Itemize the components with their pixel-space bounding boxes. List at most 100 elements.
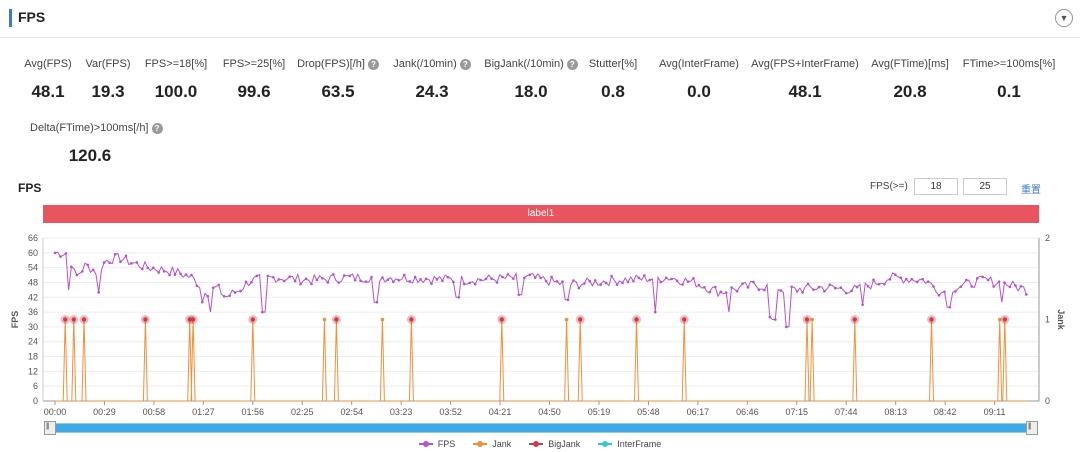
fps-point <box>190 273 193 277</box>
fps-point <box>462 282 466 286</box>
fps-point <box>419 278 422 281</box>
fps-point <box>266 274 270 278</box>
fps-point <box>670 277 673 281</box>
fps-point <box>217 283 221 287</box>
x-tick-label: 03:23 <box>390 407 413 417</box>
x-tick-label: 08:42 <box>934 407 957 417</box>
threshold-low-input[interactable] <box>914 178 958 195</box>
fps-point <box>119 260 122 264</box>
legend-item[interactable]: Jank <box>473 439 511 449</box>
fps-point <box>473 282 477 286</box>
accent-bar <box>9 9 12 27</box>
fps-point <box>883 282 886 286</box>
metric-label: Stutter[%] <box>589 58 637 70</box>
legend-swatch <box>598 441 613 447</box>
x-tick-label: 07:44 <box>835 407 858 417</box>
fps-point <box>790 285 793 289</box>
fps-point <box>992 285 995 288</box>
fps-point <box>937 293 941 297</box>
fps-point <box>621 281 624 285</box>
fps-point <box>784 325 788 329</box>
bigjank-point <box>578 317 583 322</box>
fps-point <box>752 280 755 284</box>
help-icon[interactable]: ? <box>459 58 471 70</box>
fps-point <box>375 300 379 304</box>
legend-item[interactable]: FPS <box>418 439 455 449</box>
y-tick-label: 48 <box>28 277 38 287</box>
fps-point <box>206 294 210 298</box>
metric-label-text: Avg(FPS+InterFrame) <box>751 58 859 70</box>
zoom-handle-right[interactable] <box>1026 421 1038 435</box>
metric-label-text: Avg(FTime)[ms] <box>871 58 949 70</box>
label-bar[interactable]: label1 <box>43 205 1039 223</box>
section-title: FPS <box>18 9 46 25</box>
fps-point <box>872 278 875 282</box>
legend-item[interactable]: BigJank <box>529 439 580 449</box>
fps-point <box>271 276 275 279</box>
fps-point <box>244 280 248 284</box>
y-tick-label: 6 <box>33 381 38 391</box>
legend-item[interactable]: InterFrame <box>598 439 661 449</box>
fps-point <box>168 273 171 277</box>
fps-point <box>517 293 521 297</box>
fps-point <box>539 276 542 280</box>
fps-point <box>348 274 351 278</box>
fps-point <box>812 288 815 291</box>
fps-point <box>326 281 330 284</box>
fps-point <box>364 280 368 283</box>
metric-label-text: BigJank(/10min) <box>484 58 564 70</box>
bigjank-point <box>81 317 87 322</box>
fps-point <box>904 277 908 281</box>
fps-point <box>288 275 291 278</box>
fps-point <box>484 277 488 281</box>
fps-point <box>397 278 401 282</box>
metric-label-text: Stutter[%] <box>588 58 638 70</box>
fps-point <box>211 286 215 290</box>
fps-point <box>446 275 450 279</box>
metric-value: 0.1 <box>997 82 1021 101</box>
reset-link[interactable]: 重置 <box>1021 181 1041 196</box>
fps-point <box>839 286 843 289</box>
fps-point <box>615 283 619 286</box>
help-icon[interactable]: ? <box>151 122 163 134</box>
fps-point <box>986 278 990 282</box>
fps-point <box>304 277 308 281</box>
fps-point <box>1003 281 1006 284</box>
fps-chart: 0612182430364248546066012FPS Jank00:00 00:… <box>10 233 1066 417</box>
fps-point <box>741 282 744 285</box>
fps-point <box>626 280 630 284</box>
metric-label-text: Avg(InterFrame) <box>659 58 739 70</box>
fps-point <box>932 285 935 288</box>
chevron-down-icon[interactable]: ▼ <box>1055 9 1073 27</box>
fps-point <box>310 282 313 286</box>
zoom-slider-track[interactable] <box>47 423 1033 433</box>
fps-point <box>255 274 259 278</box>
fps-point <box>331 273 335 276</box>
fps-point <box>162 270 166 273</box>
metric-value: 0.0 <box>687 82 711 101</box>
fps-point <box>834 286 837 290</box>
zoom-handle-left[interactable] <box>44 421 56 435</box>
bigjank-point <box>71 317 76 322</box>
threshold-label: FPS(>=) <box>870 181 908 192</box>
metric-label: Avg(FPS+InterFrame) <box>751 58 859 70</box>
x-tick-label: 07:15 <box>786 407 809 417</box>
fps-point <box>730 286 733 289</box>
fps-point <box>659 280 663 284</box>
fps-point <box>146 266 150 270</box>
threshold-high-input[interactable] <box>963 178 1007 195</box>
fps-point <box>441 279 444 283</box>
fps-point <box>763 288 766 292</box>
fps-point <box>610 274 613 278</box>
fps-point <box>386 278 390 281</box>
fps-point <box>550 275 553 279</box>
fps-point <box>1008 285 1012 289</box>
fps-point <box>80 270 84 273</box>
fps-point <box>413 275 417 279</box>
x-tick-label: 02:54 <box>340 407 363 417</box>
legend-swatch <box>418 441 433 447</box>
fps-point <box>643 274 646 277</box>
fps-point <box>970 285 974 288</box>
legend-label: Jank <box>492 439 512 449</box>
fps-point <box>577 286 581 290</box>
